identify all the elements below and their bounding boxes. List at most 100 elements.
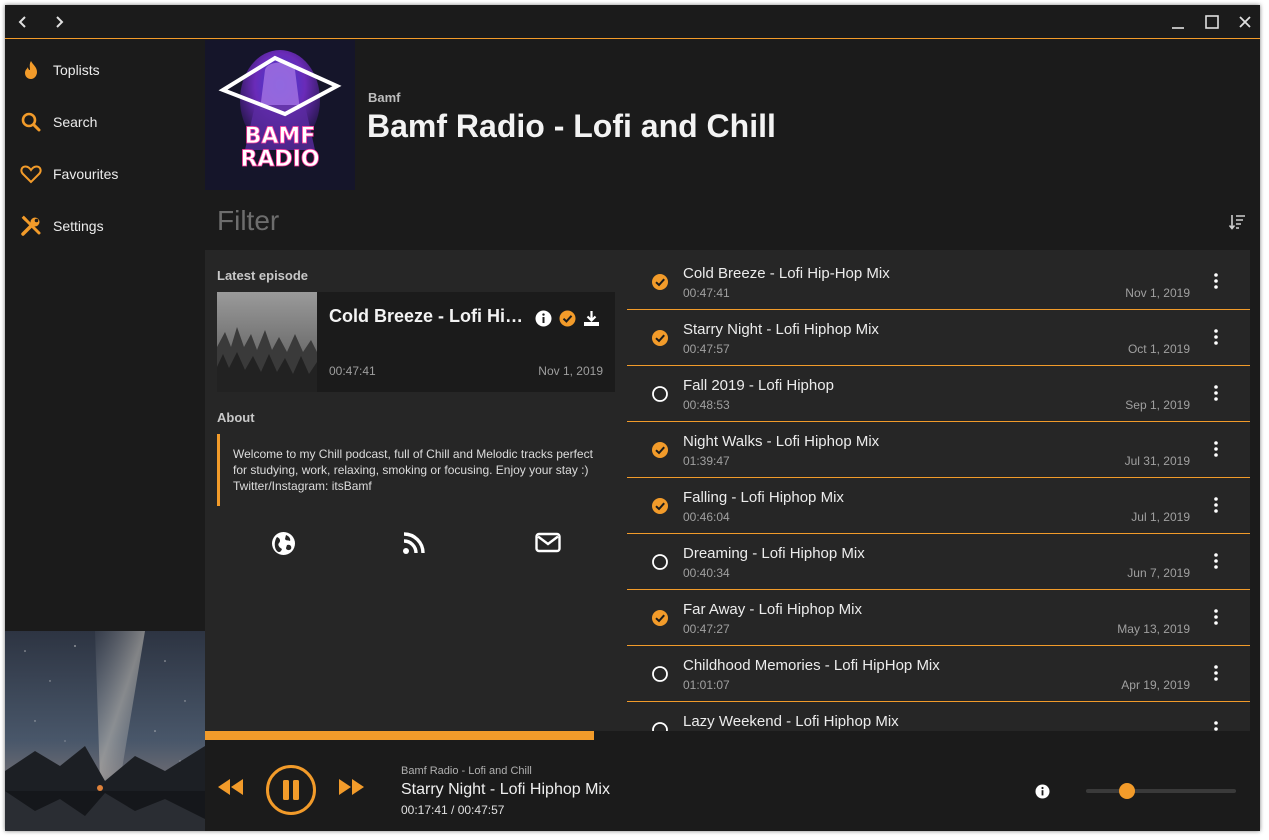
more-vertical-icon [1214, 665, 1218, 681]
episode-title: Starry Night - Lofi Hiphop Mix [683, 321, 879, 338]
episode-menu-button[interactable] [1206, 270, 1226, 292]
episode-row[interactable]: Night Walks - Lofi Hiphop Mix 01:39:47 Jul… [627, 422, 1250, 478]
circle-icon[interactable] [651, 553, 669, 571]
episode-date: Apr 19, 2019 [1121, 678, 1190, 692]
forward-button[interactable] [47, 10, 71, 34]
minimize-button[interactable] [1166, 10, 1190, 34]
check-circle-icon[interactable] [651, 609, 669, 627]
player-bar: Bamf Radio - Lofi and Chill Starry Night… [205, 731, 1260, 831]
back-button[interactable] [11, 10, 35, 34]
episode-row[interactable]: Fall 2019 - Lofi Hiphop 00:48:53 Sep 1, 20… [627, 366, 1250, 422]
rss-feed-link[interactable] [399, 528, 429, 558]
progress-fill [205, 731, 595, 740]
sidebar-item-label: Search [53, 114, 98, 130]
played-check-button[interactable] [557, 308, 577, 328]
mail-icon [535, 532, 561, 553]
episode-title: Lazy Weekend - Lofi Hiphop Mix [683, 713, 899, 730]
progress-bar[interactable] [205, 731, 1260, 740]
latest-episode-duration: 00:47:41 [329, 364, 376, 378]
more-vertical-icon [1214, 441, 1218, 457]
episode-row[interactable]: Starry Night - Lofi Hiphop Mix 00:47:57 Oc… [627, 310, 1250, 366]
episode-menu-button[interactable] [1206, 438, 1226, 460]
episode-menu-button[interactable] [1206, 326, 1226, 348]
sidebar-item-search[interactable]: Search [5, 102, 205, 142]
sidebar-item-settings[interactable]: Settings [5, 206, 205, 246]
pause-button[interactable] [266, 765, 316, 815]
episode-menu-button[interactable] [1206, 550, 1226, 572]
podcast-header: BAMF RADIO Bamf Bamf Radio - Lofi and Ch… [205, 40, 1260, 195]
episode-info-button[interactable] [533, 308, 553, 328]
episode-duration: 00:47:41 [683, 286, 730, 300]
episode-title: Night Walks - Lofi Hiphop Mix [683, 433, 880, 450]
about-box: Welcome to my Chill podcast, full of Chi… [217, 434, 607, 506]
episode-menu-button[interactable] [1206, 382, 1226, 404]
circle-icon[interactable] [651, 385, 669, 403]
fast-forward-icon [339, 779, 364, 795]
episode-menu-button[interactable] [1206, 606, 1226, 628]
episode-date: Nov 1, 2019 [1125, 286, 1190, 300]
filter-input[interactable] [217, 203, 1117, 239]
email-link[interactable] [533, 528, 563, 558]
episode-menu-button[interactable] [1206, 662, 1226, 684]
maximize-button[interactable] [1200, 10, 1224, 34]
title-bar [5, 5, 1260, 39]
episode-duration: 00:48:53 [683, 398, 730, 412]
sidebar-item-toplists[interactable]: Toplists [5, 50, 205, 90]
globe-icon [271, 531, 295, 555]
filter-bar [205, 195, 1260, 250]
chevron-right-icon [56, 16, 64, 28]
episode-row[interactable]: Far Away - Lofi Hiphop Mix 00:47:27 May 13… [627, 590, 1250, 646]
check-circle-icon[interactable] [651, 497, 669, 515]
website-link[interactable] [268, 528, 298, 558]
tools-icon [19, 214, 43, 238]
check-circle-icon[interactable] [651, 441, 669, 459]
episode-row[interactable]: Childhood Memories - Lofi HipHop Mix 01:0… [627, 646, 1250, 702]
episode-title: Childhood Memories - Lofi HipHop Mix [683, 657, 940, 674]
info-icon [535, 310, 551, 326]
heart-icon [19, 162, 43, 186]
episode-date: Jul 31, 2019 [1124, 454, 1190, 468]
fire-icon [19, 58, 43, 82]
episode-row[interactable]: Falling - Lofi Hiphop Mix 00:46:04 Jul 1, … [627, 478, 1250, 534]
volume-slider[interactable] [1086, 783, 1236, 799]
close-icon [1239, 16, 1251, 28]
sidebar-item-label: Settings [53, 218, 104, 234]
download-button[interactable] [581, 308, 601, 328]
episode-duration: 00:40:34 [683, 566, 730, 580]
rewind-button[interactable] [215, 775, 245, 799]
episode-date: Jun 7, 2019 [1127, 566, 1190, 580]
volume-knob[interactable] [1118, 783, 1135, 799]
episode-row[interactable]: Dreaming - Lofi Hiphop Mix 00:40:34 Jun 7,… [627, 534, 1250, 590]
player-info-button[interactable] [1033, 782, 1051, 800]
more-vertical-icon [1214, 497, 1218, 513]
sidebar-item-favourites[interactable]: Favourites [5, 154, 205, 194]
episode-row[interactable]: Cold Breeze - Lofi Hip-Hop Mix 00:47:41 No… [627, 254, 1250, 310]
latest-episode-card[interactable]: Cold Breeze - Lofi Hip-Hop Mix 00:47:41 … [217, 292, 615, 392]
more-vertical-icon [1214, 553, 1218, 569]
episode-duration: 00:47:57 [683, 342, 730, 356]
close-button[interactable] [1233, 10, 1257, 34]
latest-episode-thumbnail [217, 292, 317, 392]
episode-menu-button[interactable] [1206, 494, 1226, 516]
fast-forward-button[interactable] [337, 775, 367, 799]
now-playing-podcast: Bamf Radio - Lofi and Chill [401, 765, 532, 777]
latest-episode-heading: Latest episode [217, 268, 309, 283]
chevron-left-icon [18, 16, 26, 28]
more-vertical-icon [1214, 385, 1218, 401]
rss-icon [403, 532, 425, 554]
circle-icon[interactable] [651, 665, 669, 683]
more-vertical-icon [1214, 273, 1218, 289]
about-heading: About [217, 410, 255, 425]
latest-episode-title: Cold Breeze - Lofi Hip-Hop Mix [329, 306, 525, 326]
maximize-icon [1205, 15, 1219, 29]
app-window: Toplists Search Favourites Settings BAMF… [5, 5, 1260, 831]
check-circle-icon [559, 310, 575, 326]
episode-duration: 00:47:27 [683, 622, 730, 636]
sort-button[interactable] [1226, 211, 1248, 233]
check-circle-icon[interactable] [651, 329, 669, 347]
now-playing-time: 00:17:41 / 00:47:57 [401, 803, 505, 817]
check-circle-icon[interactable] [651, 273, 669, 291]
sidebar: Toplists Search Favourites Settings [5, 40, 205, 831]
episode-duration: 01:39:47 [683, 454, 730, 468]
episode-duration: 01:01:07 [683, 678, 730, 692]
